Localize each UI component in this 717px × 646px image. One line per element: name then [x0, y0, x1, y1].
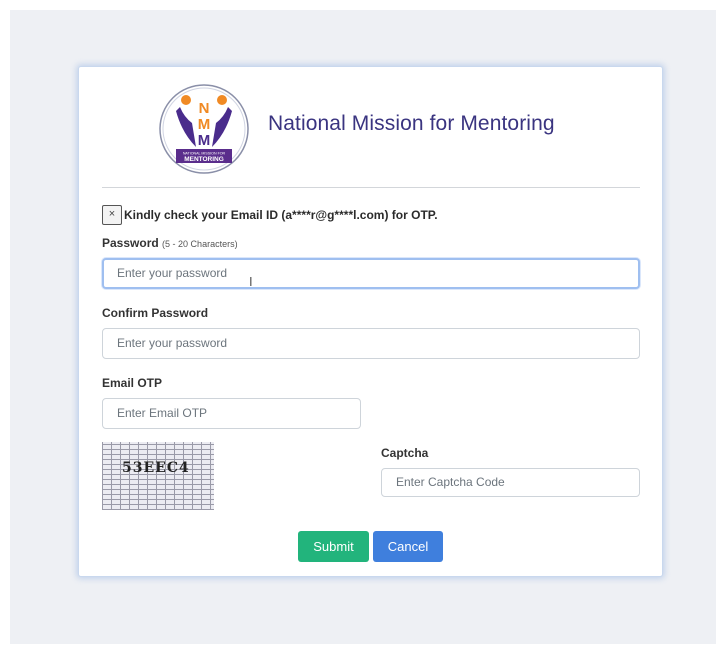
- svg-text:M: M: [198, 116, 211, 133]
- nmm-logo: N M M NATIONAL MISSION FOR MENTORING: [159, 84, 249, 174]
- confirm-password-input[interactable]: Enter your password: [102, 328, 640, 359]
- close-alert-button[interactable]: ×: [102, 205, 122, 225]
- confirm-password-label: Confirm Password: [102, 306, 209, 320]
- email-otp-input[interactable]: Enter Email OTP: [102, 398, 361, 429]
- password-label: Password (5 - 20 Characters): [102, 236, 238, 250]
- confirm-password-placeholder: Enter your password: [117, 336, 228, 350]
- password-hint: (5 - 20 Characters): [162, 239, 238, 249]
- captcha-placeholder: Enter Captcha Code: [396, 475, 505, 489]
- svg-text:N: N: [199, 100, 210, 117]
- captcha-image-text: 53EEC4: [122, 460, 190, 476]
- password-label-text: Password: [102, 236, 159, 250]
- otp-alert: × Kindly check your Email ID (a****r@g**…: [102, 205, 438, 225]
- submit-button[interactable]: Submit: [298, 531, 369, 562]
- captcha-image: 53EEC4: [102, 442, 214, 510]
- brand-title: National Mission for Mentoring: [268, 112, 555, 135]
- captcha-input[interactable]: Enter Captcha Code: [381, 468, 640, 497]
- email-otp-label: Email OTP: [102, 376, 163, 390]
- svg-text:NATIONAL MISSION FOR: NATIONAL MISSION FOR: [183, 152, 226, 156]
- set-password-card: N M M NATIONAL MISSION FOR MENTORING Nat…: [78, 66, 663, 577]
- cancel-button[interactable]: Cancel: [373, 531, 443, 562]
- password-placeholder: Enter your password: [117, 266, 228, 280]
- email-otp-placeholder: Enter Email OTP: [117, 406, 208, 420]
- text-cursor-icon: I: [249, 274, 253, 289]
- otp-alert-message: Kindly check your Email ID (a****r@g****…: [124, 208, 438, 222]
- captcha-label: Captcha: [381, 446, 429, 460]
- header-divider: [102, 187, 640, 188]
- svg-text:M: M: [198, 132, 211, 149]
- svg-text:MENTORING: MENTORING: [184, 156, 224, 163]
- password-input[interactable]: Enter your password I: [102, 258, 640, 289]
